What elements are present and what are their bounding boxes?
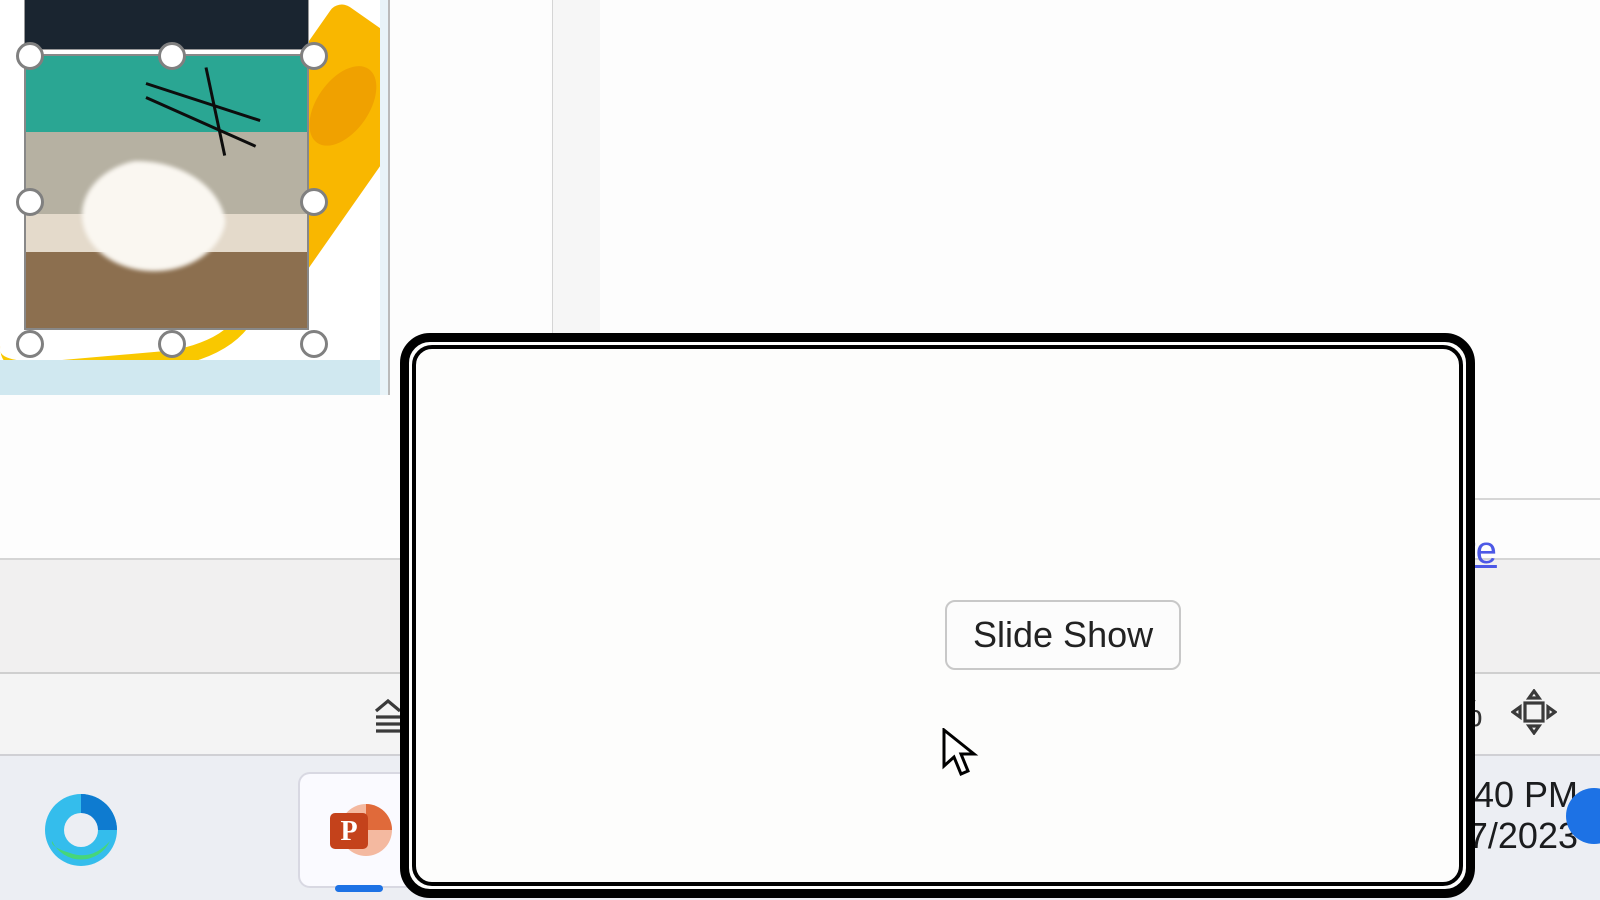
resize-handle-br[interactable] — [300, 330, 328, 358]
slideshow-tooltip: Slide Show — [945, 600, 1181, 670]
slide-editor[interactable] — [0, 0, 390, 395]
resize-handle-bc[interactable] — [158, 330, 186, 358]
resize-handle-ml[interactable] — [16, 188, 44, 216]
fit-icon — [1511, 689, 1557, 735]
fit-to-window-button[interactable] — [1511, 689, 1557, 740]
overlay-frame — [400, 333, 1475, 898]
edge-taskbar-icon[interactable] — [22, 774, 140, 886]
resize-handle-bl[interactable] — [16, 330, 44, 358]
resize-handle-tl[interactable] — [16, 42, 44, 70]
edge-icon — [42, 791, 120, 869]
svg-text:P: P — [340, 816, 357, 847]
resize-handle-tc[interactable] — [158, 42, 186, 70]
mouse-cursor-icon — [940, 728, 980, 785]
image-selected[interactable] — [24, 54, 309, 330]
resize-handle-mr[interactable] — [300, 188, 328, 216]
resize-handle-tr[interactable] — [300, 42, 328, 70]
powerpoint-icon: P — [324, 795, 394, 865]
